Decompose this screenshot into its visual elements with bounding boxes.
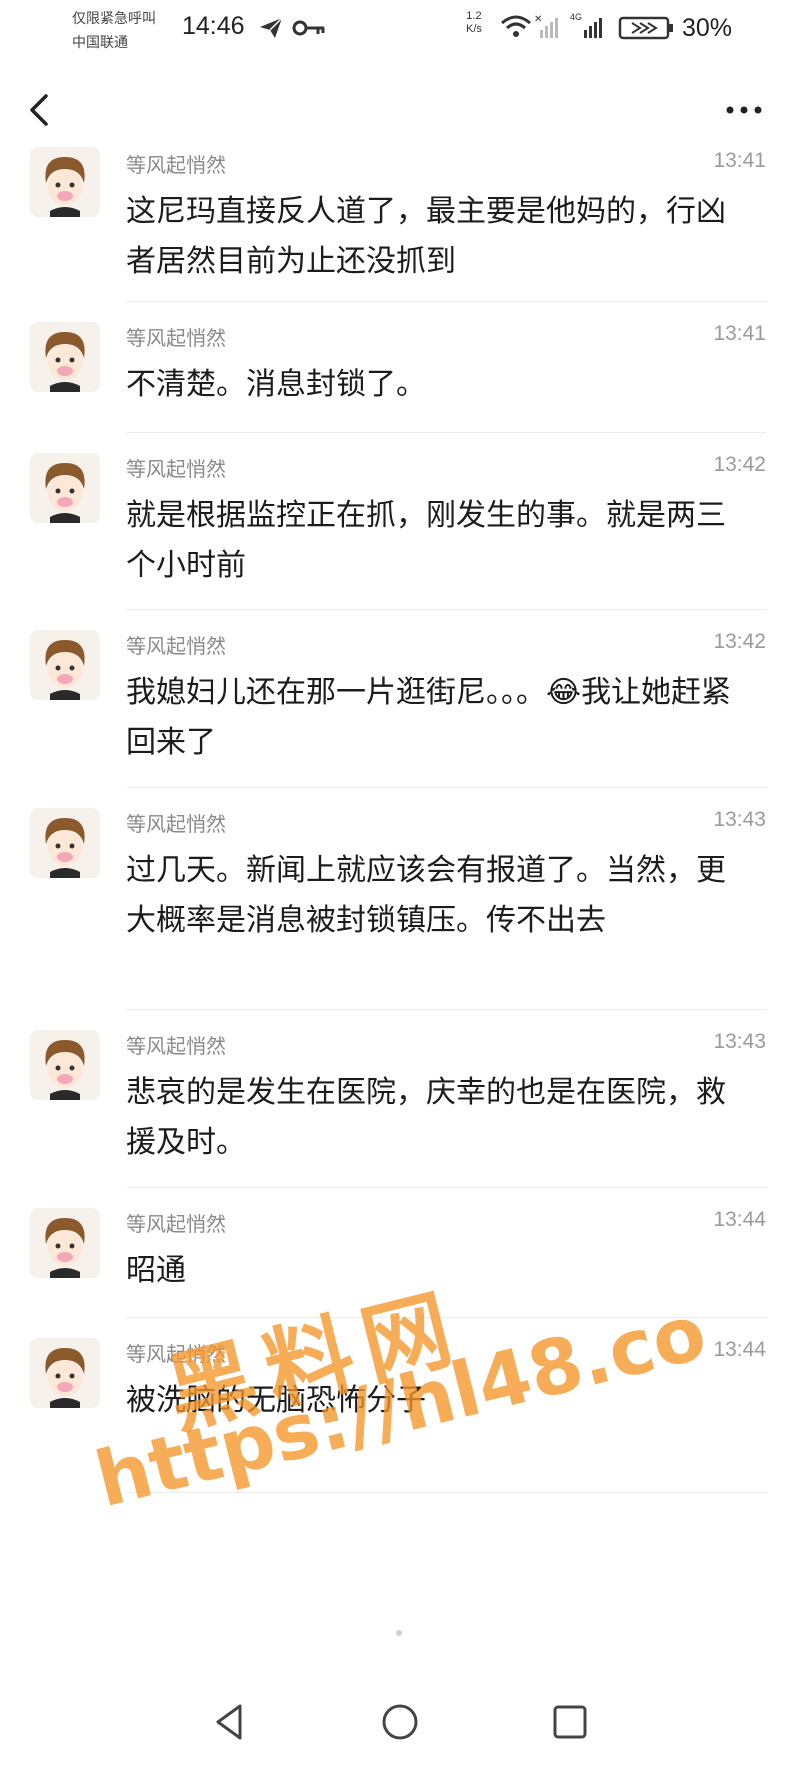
comment-time: 13:43 [713,808,766,831]
comment-username[interactable]: 等风起悄然 [126,630,226,659]
chevron-left-icon [30,94,48,126]
back-button[interactable] [20,88,60,132]
comment-username[interactable]: 等风起悄然 [126,1030,226,1059]
comment-username[interactable]: 等风起悄然 [126,322,226,351]
comment-username[interactable]: 等风起悄然 [126,1338,226,1367]
user-avatar[interactable] [30,453,100,523]
comment-username[interactable]: 等风起悄然 [126,1208,226,1237]
nav-back-button[interactable] [200,1692,260,1752]
user-avatar[interactable] [30,1338,100,1408]
comment-text: 这尼玛直接反人道了，最主要是他妈的，行凶者居然目前为止还没抓到 [126,194,726,279]
network-speed-value: 1.2 [466,10,482,22]
signal-4g-label: 4G [570,12,583,22]
comment-divider [126,1492,766,1493]
square-recents-icon [553,1705,587,1739]
comment-item[interactable]: 等风起悄然 13:43 过几天。新闻上就应该会有报道了。当然，更大概率是消息被封… [0,788,800,1010]
carrier-status-line1: 仅限紧急呼叫 [72,11,156,27]
signal-x-icon: ✕ [532,12,562,44]
key-icon [292,16,326,44]
comment-username[interactable]: 等风起悄然 [126,808,226,837]
comment-text: 被洗脑的无脑恐怖分子 [126,1383,426,1418]
comment-item[interactable]: 等风起悄然 13:43 悲哀的是发生在医院，庆幸的也是在医院，救援及时。 [0,1010,800,1188]
user-avatar[interactable] [30,808,100,878]
status-clock: 14:46 [182,12,245,40]
circle-home-icon [382,1704,418,1740]
comment-time: 13:42 [713,630,766,653]
more-options-button[interactable] [720,88,770,132]
user-avatar[interactable] [30,1208,100,1278]
comment-text: 就是根据监控正在抓，刚发生的事。就是两三个小时前 [126,498,726,583]
scroll-indicator [396,1630,402,1636]
carrier-name: 中国联通 [72,35,128,51]
comment-item[interactable]: 等风起悄然 13:44 被洗脑的无脑恐怖分子 [0,1318,800,1493]
comment-text: 昭通 [126,1253,186,1288]
signal-bars-icon [582,12,608,44]
network-speed-unit: K/s [466,23,482,35]
comment-list: 等风起悄然 13:41 这尼玛直接反人道了，最主要是他妈的，行凶者居然目前为止还… [0,145,800,1493]
user-avatar[interactable] [30,147,100,217]
network-speed: 1.2 K/s [466,10,482,36]
comment-text: 我媳妇儿还在那一片逛街尼。。。😂我让她赶紧回来了 [126,668,746,768]
telegram-send-icon [258,16,284,44]
comment-item[interactable]: 等风起悄然 13:41 这尼玛直接反人道了，最主要是他妈的，行凶者居然目前为止还… [0,145,800,302]
laughing-tears-emoji-icon: 😂 [546,675,582,710]
nav-home-button[interactable] [370,1692,430,1752]
battery-saver-icon [618,16,676,44]
user-avatar[interactable] [30,1030,100,1100]
svg-text:✕: ✕ [534,14,542,25]
comment-time: 13:43 [713,1030,766,1053]
triangle-back-icon [216,1704,242,1740]
comment-username[interactable]: 等风起悄然 [126,149,226,178]
comment-item[interactable]: 等风起悄然 13:42 就是根据监控正在抓，刚发生的事。就是两三个小时前 [0,433,800,610]
comment-item[interactable]: 等风起悄然 13:44 昭通 [0,1188,800,1318]
comment-time: 13:44 [713,1208,766,1231]
comment-time: 13:42 [713,453,766,476]
comment-time: 13:41 [713,322,766,345]
wifi-icon [500,14,532,44]
more-dots-icon [726,106,762,114]
battery-percent: 30% [682,14,733,42]
comment-username[interactable]: 等风起悄然 [126,453,226,482]
user-avatar[interactable] [30,322,100,392]
user-avatar[interactable] [30,630,100,700]
comment-text-part: 我媳妇儿还在那一片逛街尼。。。 [126,675,546,710]
comment-time: 13:44 [713,1338,766,1361]
status-bar: 仅限紧急呼叫 中国联通 14:46 1.2 K/s ✕ 4G 30% [0,0,800,56]
top-nav-bar [0,70,800,150]
comment-text: 不清楚。消息封锁了。 [126,367,426,402]
comment-item[interactable]: 等风起悄然 13:41 不清楚。消息封锁了。 [0,302,800,433]
nav-recents-button[interactable] [540,1692,600,1752]
comment-time: 13:41 [713,149,766,172]
comment-text: 过几天。新闻上就应该会有报道了。当然，更大概率是消息被封锁镇压。传不出去 [126,853,726,938]
system-nav-bar [0,1680,800,1777]
comment-item[interactable]: 等风起悄然 13:42 我媳妇儿还在那一片逛街尼。。。😂我让她赶紧回来了 [0,610,800,788]
comment-text: 悲哀的是发生在医院，庆幸的也是在医院，救援及时。 [126,1075,726,1160]
